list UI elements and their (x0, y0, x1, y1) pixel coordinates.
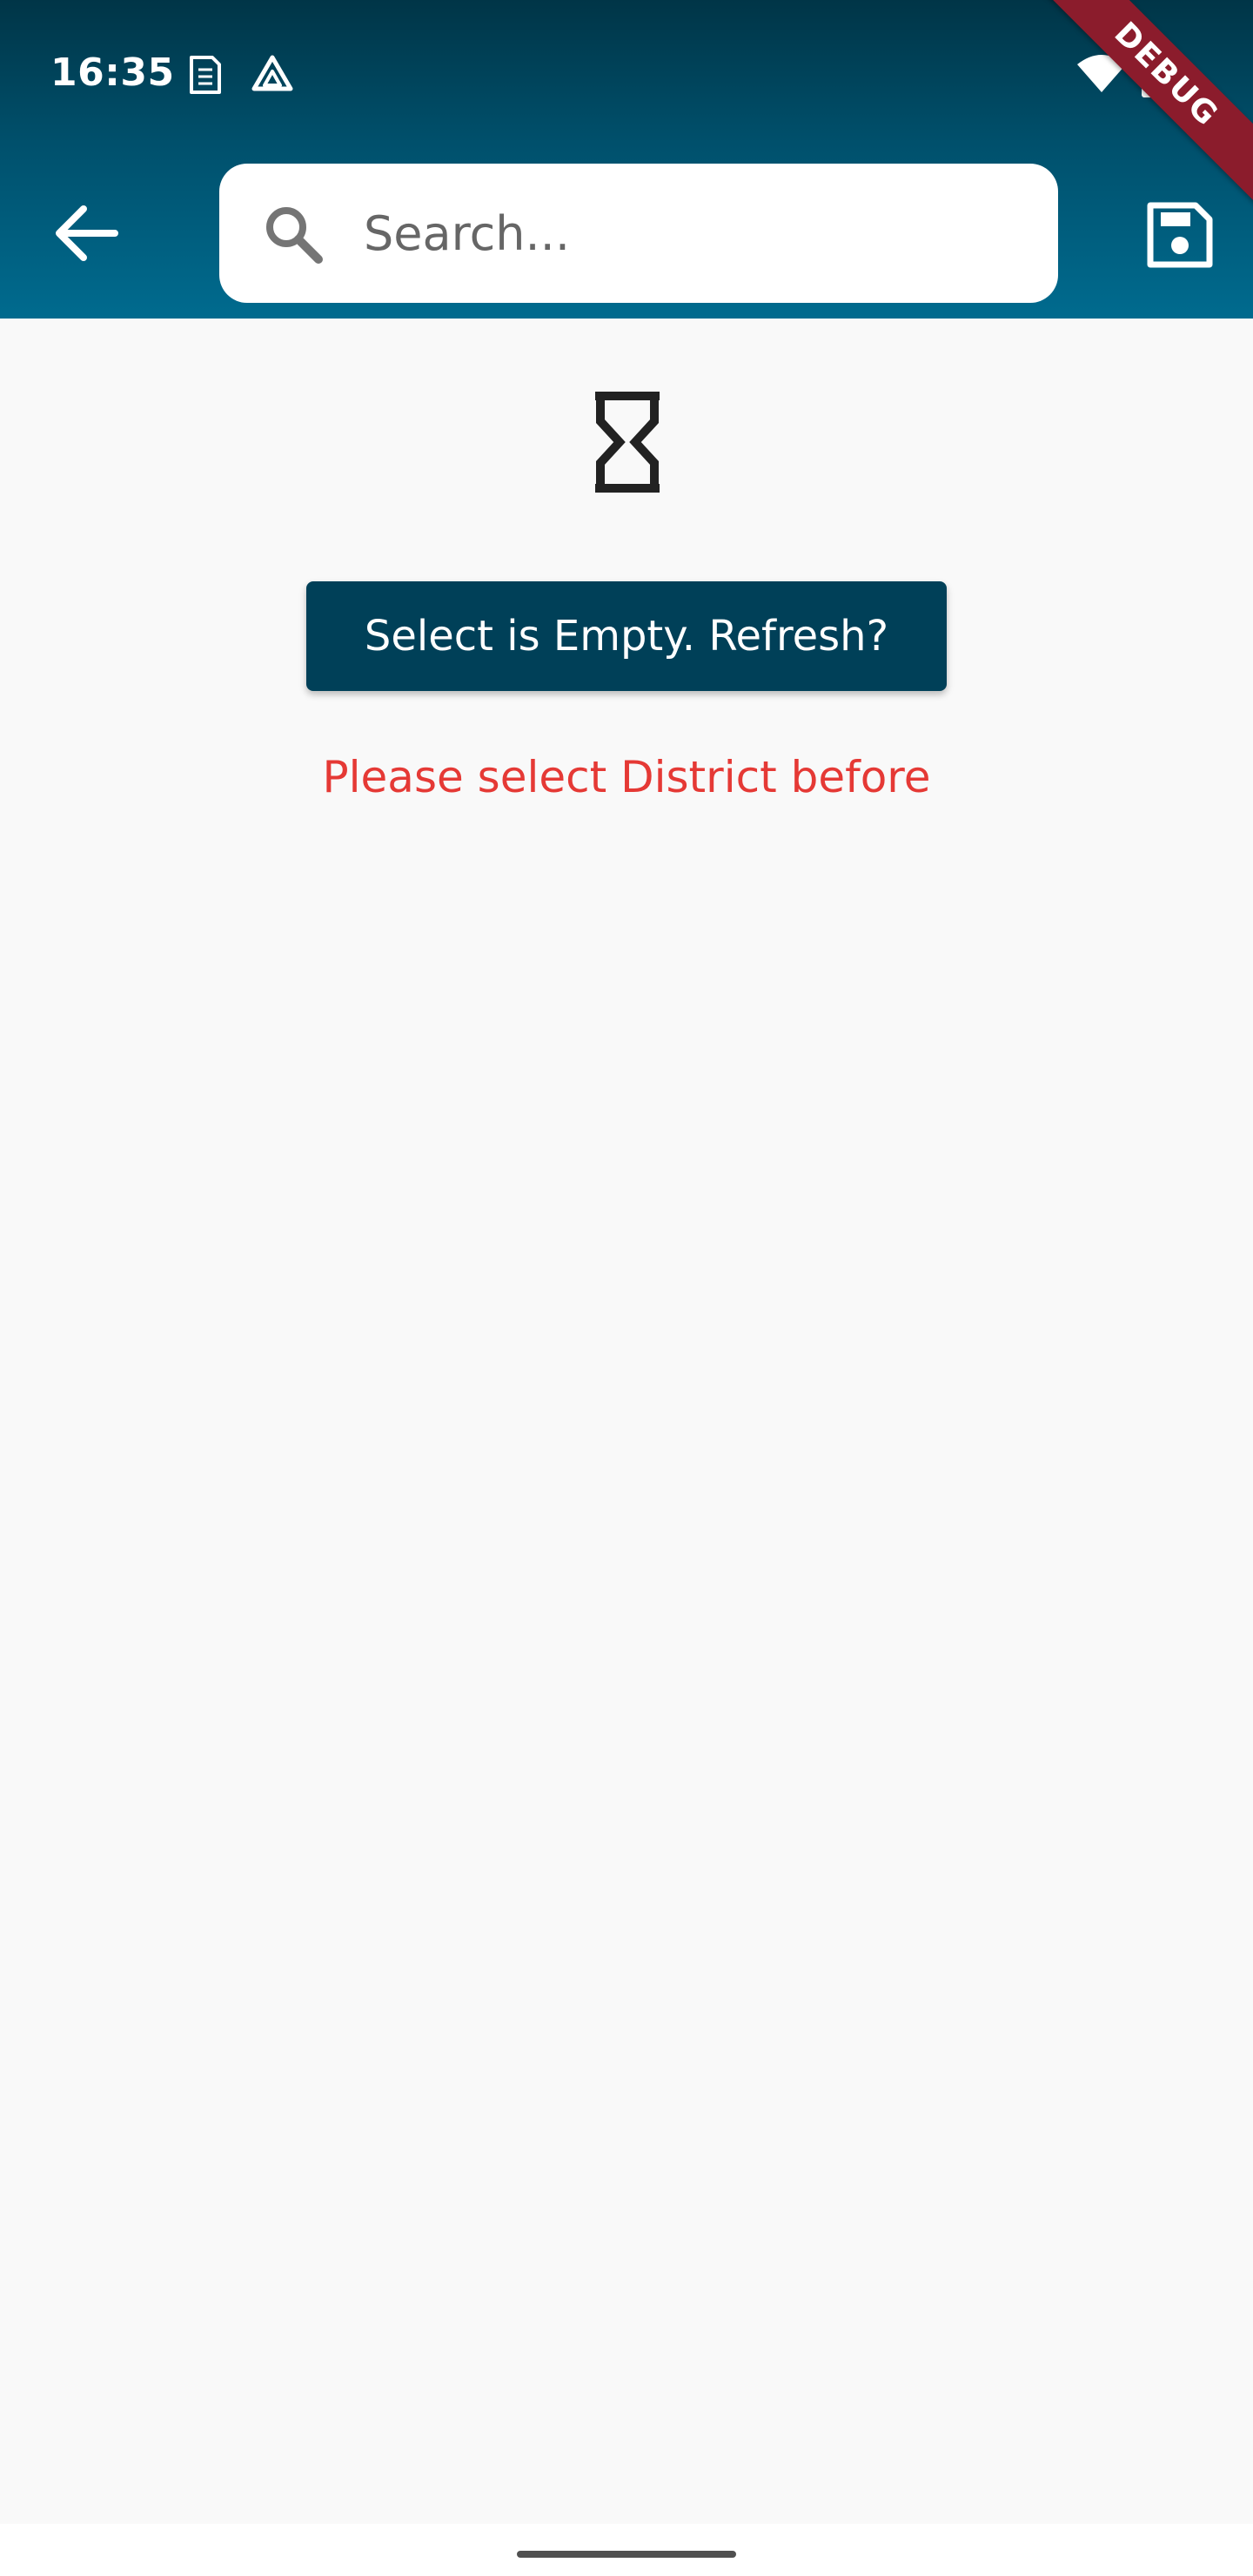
arrow-back-icon[interactable] (52, 202, 122, 265)
search-bar[interactable] (219, 164, 1058, 303)
drive-icon (251, 55, 293, 91)
refresh-button[interactable]: Select is Empty. Refresh? (306, 581, 947, 691)
hourglass-icon (595, 392, 660, 493)
home-indicator[interactable] (517, 2551, 736, 2558)
save-icon[interactable] (1145, 200, 1215, 270)
sim-card-icon (190, 56, 221, 94)
navigation-bar (0, 2524, 1253, 2576)
search-input[interactable] (364, 190, 1025, 277)
search-icon (266, 207, 323, 264)
app-bar: 16:35 DEBUG (0, 0, 1253, 319)
error-message: Please select District before (322, 752, 931, 802)
status-time: 16:35 (50, 50, 175, 95)
